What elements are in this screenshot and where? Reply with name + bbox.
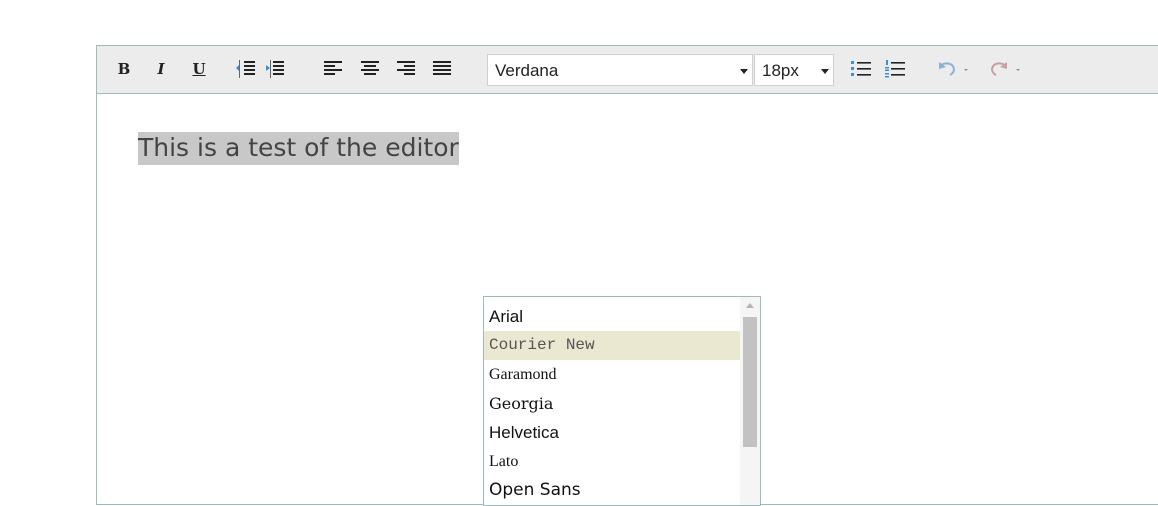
chevron-down-icon [821,69,829,74]
undo-icon [939,62,968,76]
italic-button[interactable]: I [152,56,170,82]
font-option-arial[interactable]: Arial [484,302,740,331]
align-right-icon [397,61,415,75]
underline-label: U [192,60,206,78]
font-option-helvetica[interactable]: Helvetica [484,418,740,447]
font-option-list: Arial Courier New Garamond Georgia Helve… [484,302,740,505]
numbered-list-icon [885,60,905,78]
bullet-list-icon [851,61,871,76]
font-option-lato[interactable]: Lato [484,447,740,476]
font-family-value: Verdana [495,61,559,80]
dropdown-scrollbar[interactable] [740,297,760,505]
undo-button[interactable] [937,56,975,82]
outdent-button[interactable] [264,56,286,82]
align-left-button[interactable] [322,56,344,82]
font-option-garamond[interactable]: Garamond [484,360,740,389]
align-center-icon [361,61,379,75]
underline-button[interactable]: U [190,56,208,82]
redo-button[interactable] [989,56,1027,82]
font-option-courier-new[interactable]: Courier New [484,331,740,360]
bold-button[interactable]: B [115,56,133,82]
font-size-value: 18px [762,61,799,80]
bold-label: B [117,60,131,78]
outdent-icon [266,60,284,78]
chevron-down-icon [740,69,748,74]
font-option-georgia[interactable]: Georgia [484,389,740,418]
numbered-list-button[interactable] [883,56,907,82]
selected-text[interactable]: This is a test of the editor [138,132,459,165]
editor-content[interactable]: This is a test of the editor [138,132,459,165]
scrollbar-thumb[interactable] [743,317,757,447]
editor-toolbar: B I U Verdana 18px [97,46,1158,94]
font-option-open-sans[interactable]: Open Sans [484,476,740,505]
redo-icon [990,62,1020,76]
font-family-select[interactable]: Verdana [487,54,753,86]
font-size-select[interactable]: 18px [754,54,834,86]
align-justify-icon [433,61,451,75]
align-left-icon [324,61,342,75]
indent-button[interactable] [235,56,257,82]
scroll-up-arrow-icon[interactable] [746,303,754,308]
italic-label: I [157,60,165,78]
align-justify-button[interactable] [431,56,453,82]
font-family-dropdown[interactable]: Arial Courier New Garamond Georgia Helve… [483,296,761,506]
bullet-list-button[interactable] [849,56,873,82]
align-right-button[interactable] [395,56,417,82]
indent-icon [236,60,255,78]
align-center-button[interactable] [359,56,381,82]
